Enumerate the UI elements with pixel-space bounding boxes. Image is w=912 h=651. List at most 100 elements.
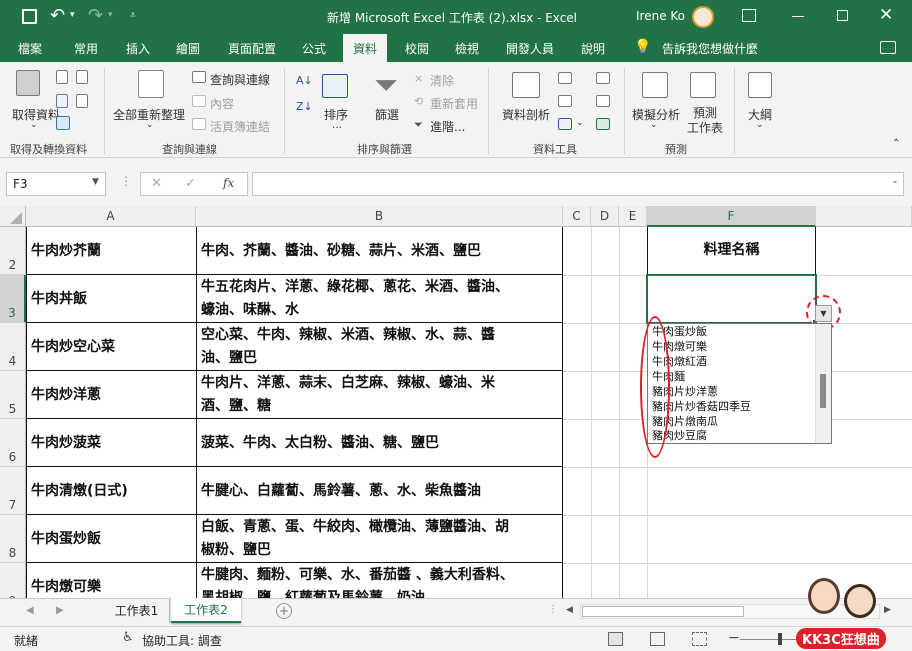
cell-a8[interactable]: 牛肉蛋炒飯 bbox=[27, 528, 195, 550]
sort-za-icon[interactable]: Z↓ bbox=[296, 100, 313, 113]
sort-az-icon[interactable]: A↓ bbox=[296, 74, 313, 87]
tab-help[interactable]: 說明 bbox=[581, 40, 605, 57]
enter-icon[interactable]: ✓ bbox=[185, 176, 196, 191]
cell-b6[interactable]: 菠菜、牛肉、太白粉、醬油、糖、鹽巴 bbox=[197, 432, 562, 454]
name-box[interactable]: F3 bbox=[6, 172, 106, 196]
column-header-c[interactable]: C bbox=[563, 206, 591, 227]
column-header-a[interactable]: A bbox=[26, 206, 196, 227]
expand-formula-bar-icon[interactable]: ⌄ bbox=[891, 176, 899, 186]
row-header[interactable]: 6 bbox=[0, 419, 26, 467]
cell-b9-line2[interactable]: 黑胡椒、鹽、紅蘿蔔及馬鈴薯、奶油 bbox=[197, 587, 562, 598]
from-text-icon[interactable] bbox=[56, 70, 68, 84]
column-header-e[interactable]: E bbox=[619, 206, 647, 227]
row-header[interactable]: 5 bbox=[0, 371, 26, 419]
advanced-button[interactable]: 進階... bbox=[430, 118, 465, 135]
row-header[interactable]: 2 bbox=[0, 227, 26, 275]
minimize-icon[interactable] bbox=[792, 16, 804, 17]
active-cell-f3[interactable] bbox=[646, 274, 817, 324]
sheet-tab-1[interactable]: 工作表1 bbox=[104, 599, 170, 623]
get-data-dropdown-icon[interactable]: ⌄ bbox=[30, 120, 38, 130]
tab-file[interactable]: 檔案 bbox=[18, 40, 42, 57]
advanced-filter-icon[interactable]: ⏷ bbox=[414, 118, 423, 132]
f2-header-cell[interactable]: 料理名稱 bbox=[648, 239, 815, 261]
name-box-dropdown-icon[interactable]: ▼ bbox=[92, 177, 99, 187]
normal-view-icon[interactable] bbox=[608, 632, 623, 646]
column-header-g[interactable] bbox=[816, 206, 912, 227]
tab-review[interactable]: 校閱 bbox=[405, 40, 429, 57]
refresh-dropdown-icon[interactable]: ⌄ bbox=[146, 120, 154, 130]
relationships-icon[interactable] bbox=[596, 95, 610, 107]
data-model-icon[interactable] bbox=[596, 118, 610, 130]
data-validation-dropdown-icon[interactable]: ⌄ bbox=[576, 118, 584, 128]
column-header-d[interactable]: D bbox=[591, 206, 619, 227]
tab-developer[interactable]: 開發人員 bbox=[506, 40, 554, 57]
cell-a5[interactable]: 牛肉炒洋蔥 bbox=[27, 384, 195, 406]
properties-button[interactable]: 內容 bbox=[210, 95, 234, 112]
row-header[interactable]: 3 bbox=[0, 275, 26, 323]
tab-draw[interactable]: 繪圖 bbox=[176, 40, 200, 57]
redo-icon[interactable]: ↷ bbox=[88, 5, 103, 26]
get-data-icon[interactable] bbox=[16, 70, 40, 96]
cell-a7[interactable]: 牛肉清燉(日式) bbox=[27, 480, 195, 502]
cell-a4[interactable]: 牛肉炒空心菜 bbox=[27, 336, 195, 358]
accessibility-icon[interactable]: ♿ bbox=[122, 630, 134, 645]
recent-sources-icon[interactable] bbox=[76, 94, 88, 108]
column-header-f[interactable]: F bbox=[647, 206, 816, 227]
what-if-icon[interactable] bbox=[642, 72, 668, 98]
zoom-slider-thumb[interactable] bbox=[778, 633, 782, 645]
outline-dropdown-icon[interactable]: ⌄ bbox=[756, 120, 764, 130]
remove-duplicates-icon[interactable] bbox=[558, 95, 572, 107]
filter-button[interactable]: 篩選 bbox=[375, 106, 399, 123]
user-name[interactable]: Irene Ko bbox=[636, 9, 685, 23]
scroll-tabs-left-icon[interactable]: ◀ bbox=[26, 605, 34, 616]
cell-b8-line2[interactable]: 椒粉、鹽巴 bbox=[197, 539, 562, 561]
tab-view[interactable]: 檢視 bbox=[455, 40, 479, 57]
data-validation-icon[interactable] bbox=[558, 118, 572, 130]
sort-icon[interactable] bbox=[322, 74, 348, 98]
h-scroll-left-icon[interactable]: ◀ bbox=[566, 605, 573, 615]
cancel-icon[interactable]: ✕ bbox=[151, 176, 162, 191]
tab-page-layout[interactable]: 頁面配置 bbox=[228, 40, 276, 57]
cell-b5-line2[interactable]: 酒、鹽、糖 bbox=[197, 395, 562, 417]
tell-me-search[interactable]: 告訴我您想做什麼 bbox=[662, 40, 758, 57]
row-header[interactable]: 8 bbox=[0, 515, 26, 563]
insert-function-icon[interactable]: fx bbox=[223, 176, 234, 190]
reapply-icon[interactable]: ⟲ bbox=[414, 95, 423, 108]
ribbon-display-options-icon[interactable] bbox=[742, 9, 756, 22]
split-handle[interactable]: ⋮ bbox=[548, 604, 558, 615]
zoom-out-icon[interactable]: − bbox=[728, 630, 740, 646]
clear-icon[interactable]: ⨯ bbox=[414, 72, 423, 85]
cell-a2[interactable]: 牛肉炒芥蘭 bbox=[27, 240, 195, 262]
forecast-sheet-icon[interactable] bbox=[690, 72, 716, 98]
cell-a6[interactable]: 牛肉炒菠菜 bbox=[27, 432, 195, 454]
outline-icon[interactable] bbox=[748, 72, 772, 98]
queries-connections-button[interactable]: 查詢與連線 bbox=[210, 71, 270, 88]
tab-insert[interactable]: 插入 bbox=[126, 40, 150, 57]
flash-fill-icon[interactable] bbox=[558, 72, 572, 84]
reapply-button[interactable]: 重新套用 bbox=[430, 95, 478, 112]
cell-b4-line1[interactable]: 空心菜、牛肉、辣椒、米酒、辣椒、水、蒜、醬 bbox=[197, 324, 562, 346]
consolidate-icon[interactable] bbox=[596, 72, 610, 84]
queries-icon[interactable] bbox=[192, 71, 206, 83]
save-icon[interactable] bbox=[22, 9, 37, 24]
cell-b5-line1[interactable]: 牛肉片、洋蔥、蒜末、白芝麻、辣椒、蠔油、米 bbox=[197, 372, 562, 394]
from-web-icon[interactable] bbox=[76, 70, 88, 84]
cell-a9[interactable]: 牛肉燉可樂 bbox=[27, 576, 195, 598]
row-header[interactable]: 4 bbox=[0, 323, 26, 371]
maximize-icon[interactable] bbox=[837, 10, 848, 21]
tab-formulas[interactable]: 公式 bbox=[302, 40, 326, 57]
cell-b4-line2[interactable]: 油、鹽巴 bbox=[197, 347, 562, 369]
cell-b8-line1[interactable]: 白飯、青蔥、蛋、牛絞肉、橄欖油、薄鹽醬油、胡 bbox=[197, 516, 562, 538]
refresh-all-icon[interactable] bbox=[138, 70, 164, 98]
validation-dropdown-list[interactable]: 牛肉蛋炒飯 牛肉燉可樂 牛肉燉紅酒 牛肉麵 豬肉片炒洋蔥 豬肉片炒香菇四季豆 豬… bbox=[647, 323, 832, 444]
properties-icon[interactable] bbox=[192, 95, 206, 107]
dropdown-scroll-thumb[interactable] bbox=[820, 374, 826, 408]
from-table-icon[interactable] bbox=[56, 94, 68, 108]
undo-dropdown-icon[interactable]: ▾ bbox=[70, 10, 75, 20]
close-icon[interactable]: ✕ bbox=[879, 5, 893, 25]
clear-button[interactable]: 清除 bbox=[430, 72, 454, 89]
tab-data[interactable]: 資料 bbox=[343, 34, 388, 62]
cell-b9-line1[interactable]: 牛腱肉、麵粉、可樂、水、番茄醬 、義大利香料、 bbox=[197, 564, 562, 586]
cell-b3-line1[interactable]: 牛五花肉片、洋蔥、綠花椰、蔥花、米酒、醬油、 bbox=[197, 276, 562, 298]
redo-dropdown-icon[interactable]: ▾ bbox=[108, 10, 113, 20]
